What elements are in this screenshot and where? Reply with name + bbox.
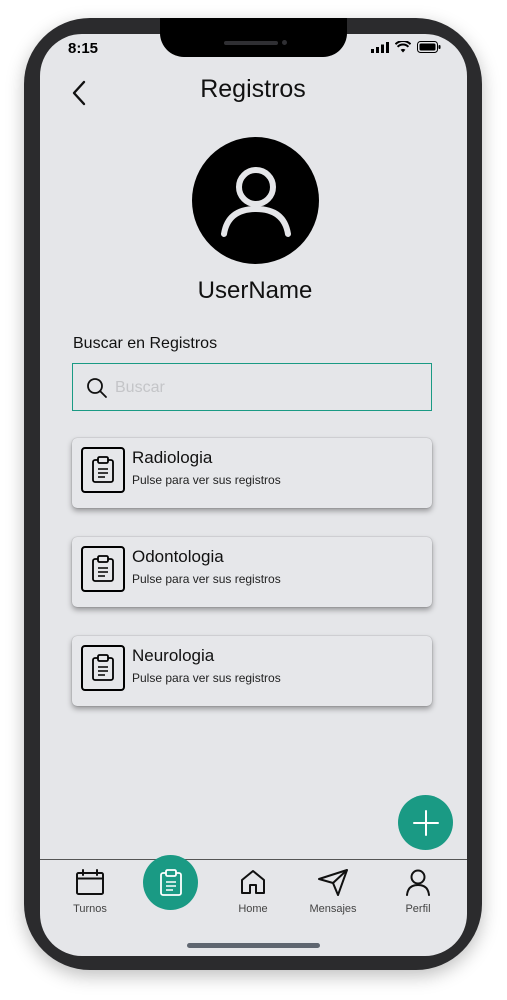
- search-icon: [87, 378, 107, 398]
- record-card-neurologia[interactable]: Neurologia Pulse para ver sus registros: [72, 636, 432, 706]
- page-title: Registros: [200, 75, 306, 103]
- search-input[interactable]: [113, 364, 417, 412]
- battery-icon: [417, 41, 441, 53]
- avatar: [192, 137, 319, 264]
- chevron-left-icon: [72, 80, 86, 106]
- nav-item-turnos[interactable]: Turnos: [55, 868, 125, 915]
- record-title: Radiologia: [132, 448, 213, 467]
- search-label: Buscar en Registros: [73, 335, 218, 352]
- record-title: Neurologia: [132, 646, 215, 665]
- nav-label: Mensajes: [309, 903, 357, 915]
- nav-label: Home: [238, 903, 268, 915]
- wifi-icon: [395, 41, 411, 53]
- clipboard-icon: [81, 546, 125, 592]
- record-title: Odontologia: [132, 547, 224, 566]
- nav-label: Perfil: [405, 903, 431, 915]
- signal-icon: [371, 41, 389, 53]
- calendar-icon: [76, 869, 104, 895]
- search-box: [72, 363, 432, 412]
- record-card-odontologia[interactable]: Odontologia Pulse para ver sus registros: [72, 537, 432, 607]
- record-subtitle: Pulse para ver sus registros: [132, 473, 281, 487]
- add-record-button[interactable]: [398, 795, 453, 850]
- status-time: 8:15: [68, 40, 99, 57]
- record-subtitle: Pulse para ver sus registros: [132, 572, 281, 586]
- clipboard-icon: [159, 868, 182, 896]
- home-indicator[interactable]: [187, 943, 320, 948]
- user-icon: [406, 869, 430, 896]
- back-button[interactable]: [62, 76, 96, 110]
- clipboard-icon: [81, 447, 125, 493]
- user-avatar-icon: [220, 166, 291, 237]
- home-icon: [241, 870, 265, 894]
- nav-item-perfil[interactable]: Perfil: [383, 868, 453, 915]
- camera-dot: [282, 40, 287, 45]
- nav-item-home[interactable]: Home: [218, 868, 288, 915]
- nav-item-mensajes[interactable]: Mensajes: [298, 868, 368, 915]
- speaker-grille: [224, 41, 278, 45]
- device-notch: [160, 18, 347, 57]
- nav-item-registros[interactable]: [143, 855, 198, 910]
- plus-icon: [412, 809, 439, 836]
- status-icons: [371, 41, 441, 53]
- record-card-radiologia[interactable]: Radiologia Pulse para ver sus registros: [72, 438, 432, 508]
- record-subtitle: Pulse para ver sus registros: [132, 671, 281, 685]
- nav-label: Turnos: [73, 903, 107, 915]
- bottom-nav-divider: [40, 859, 467, 860]
- username: UserName: [197, 277, 313, 304]
- clipboard-icon: [81, 645, 125, 691]
- send-icon: [318, 869, 348, 896]
